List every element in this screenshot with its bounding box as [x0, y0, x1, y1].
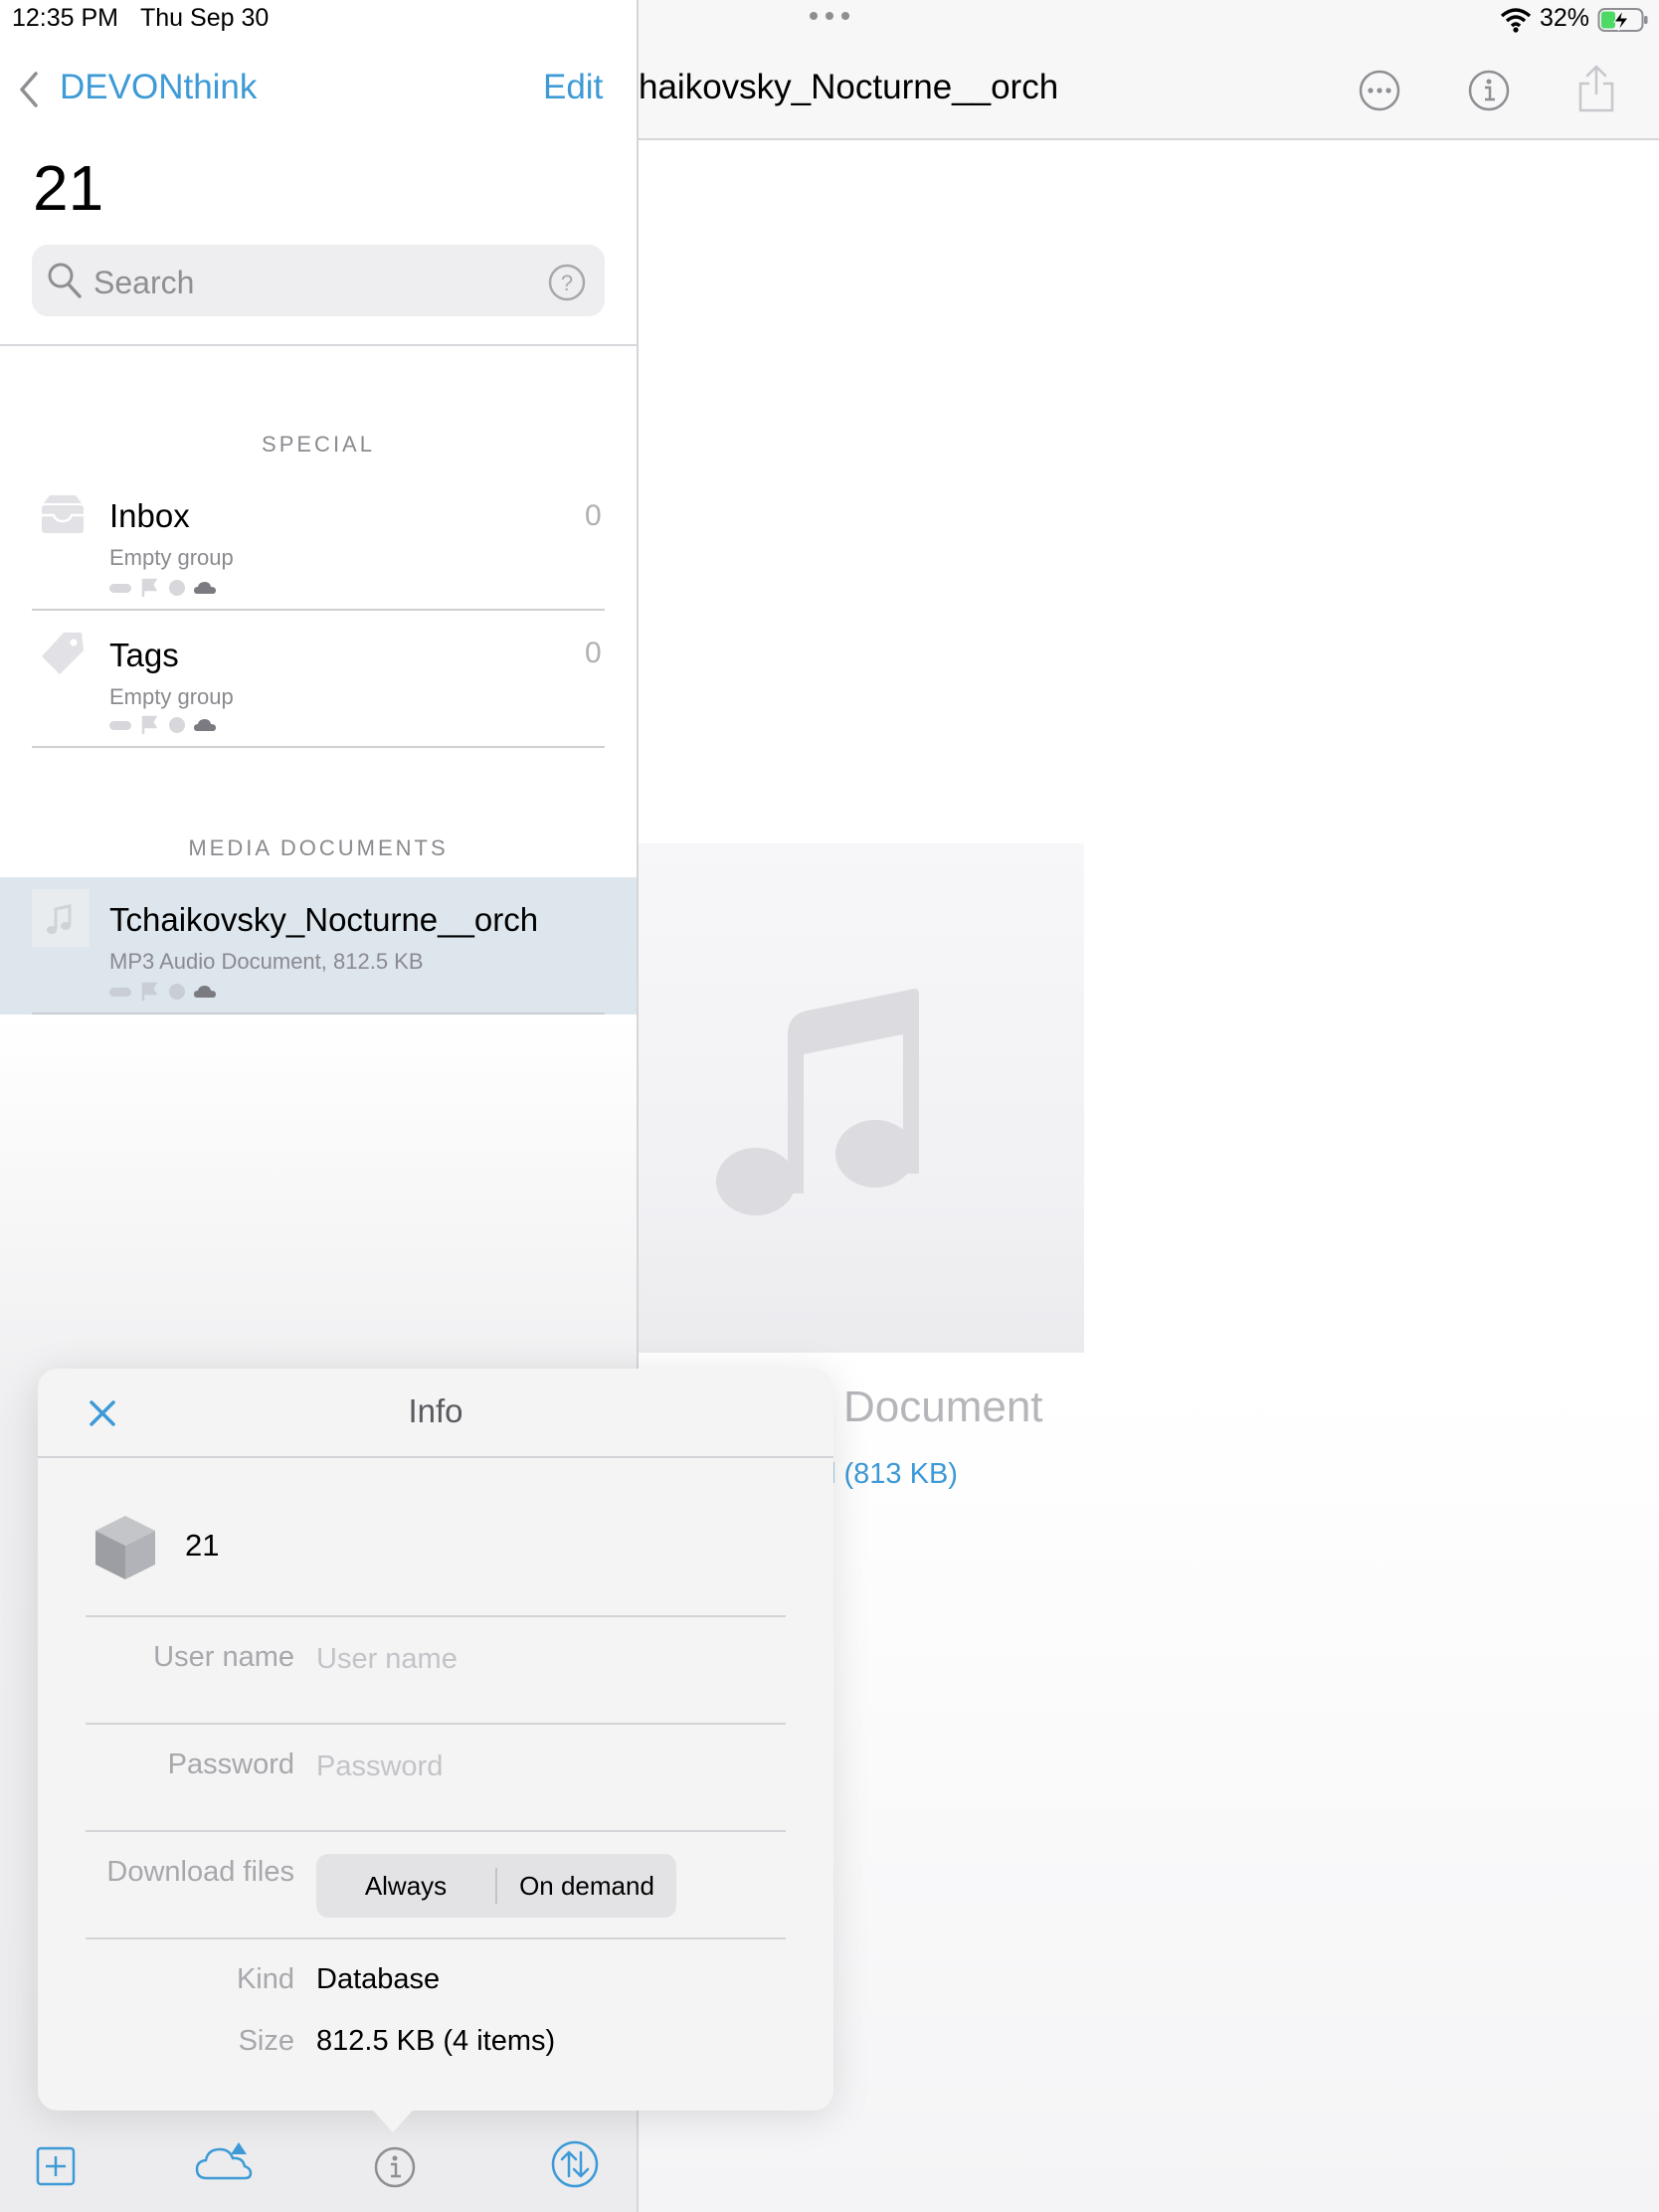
info-icon[interactable] — [1468, 70, 1510, 111]
more-icon[interactable] — [1359, 70, 1400, 111]
download-link[interactable]: l (813 KB) — [830, 1458, 958, 1491]
status-badges-icon — [109, 982, 216, 1001]
popover-header-divider — [38, 1456, 833, 1458]
status-badges-icon — [109, 715, 216, 734]
header-divider — [0, 344, 637, 346]
download-always-option[interactable]: Always — [316, 1854, 495, 1918]
document-title: haikovsky_Nocturne__orch — [639, 68, 1059, 106]
info-popover — [38, 1369, 833, 2111]
download-files-label: Download files — [106, 1856, 294, 1888]
password-label: Password — [167, 1749, 294, 1780]
status-badges-icon — [109, 578, 216, 597]
popover-divider — [86, 1830, 786, 1832]
username-input[interactable] — [316, 1637, 774, 1681]
section-header-media: MEDIA DOCUMENTS — [188, 835, 449, 860]
document-navbar-divider — [639, 138, 1659, 140]
back-chevron-icon[interactable] — [14, 70, 44, 109]
document-kind-label: Document — [843, 1382, 1043, 1431]
list-item-title[interactable]: Tchaikovsky_Nocturne__orch — [109, 901, 538, 939]
music-note-icon — [716, 989, 919, 1215]
share-icon[interactable] — [1577, 64, 1615, 113]
help-icon[interactable]: ? — [547, 263, 587, 302]
search-icon — [48, 263, 82, 298]
status-date: Thu Sep 30 — [140, 4, 270, 32]
music-note-icon — [32, 889, 90, 947]
list-item-selected[interactable] — [0, 877, 637, 1014]
battery-charging-icon — [1597, 8, 1648, 32]
list-item-subtitle: MP3 Audio Document, 812.5 KB — [109, 949, 424, 974]
sync-icon[interactable] — [551, 2140, 599, 2188]
svg-text:?: ? — [561, 271, 573, 295]
list-item-subtitle: Empty group — [109, 684, 234, 709]
tag-icon — [42, 633, 84, 674]
database-name: 21 — [185, 1528, 220, 1563]
list-item-count: 0 — [585, 499, 602, 532]
search-placeholder[interactable]: Search — [93, 265, 194, 301]
popover-divider — [86, 1937, 786, 1939]
popover-title: Info — [408, 1392, 463, 1429]
list-item-title[interactable]: Inbox — [109, 497, 190, 535]
cloud-sync-icon[interactable] — [195, 2140, 253, 2184]
multitasking-dots-icon[interactable] — [808, 6, 851, 26]
list-item-title[interactable]: Tags — [109, 637, 179, 674]
kind-label: Kind — [236, 1963, 294, 1995]
password-input[interactable] — [316, 1745, 774, 1788]
row-divider — [32, 609, 605, 611]
inbox-icon — [42, 495, 84, 533]
wifi-icon — [1500, 8, 1532, 33]
edit-button[interactable]: Edit — [543, 68, 603, 107]
add-icon[interactable] — [36, 2146, 76, 2186]
list-item-count: 0 — [585, 637, 602, 669]
page-title: 21 — [33, 152, 104, 224]
back-button[interactable]: DEVONthink — [60, 68, 257, 107]
download-on-demand-option[interactable]: On demand — [497, 1854, 676, 1918]
popover-divider — [86, 1723, 786, 1725]
row-divider — [32, 1013, 605, 1014]
database-cube-icon — [95, 1516, 155, 1579]
popover-arrow — [368, 2105, 418, 2132]
row-divider — [32, 746, 605, 748]
list-item-subtitle: Empty group — [109, 545, 234, 570]
section-header-special: SPECIAL — [262, 432, 375, 457]
status-time: 12:35 PM — [12, 4, 119, 32]
info-icon[interactable] — [374, 2146, 416, 2188]
size-label: Size — [238, 2025, 294, 2057]
kind-value: Database — [316, 1963, 441, 1995]
username-label: User name — [153, 1641, 294, 1673]
size-value: 812.5 KB (4 items) — [316, 2025, 556, 2057]
popover-divider — [86, 1615, 786, 1617]
battery-percent: 32% — [1540, 4, 1590, 32]
